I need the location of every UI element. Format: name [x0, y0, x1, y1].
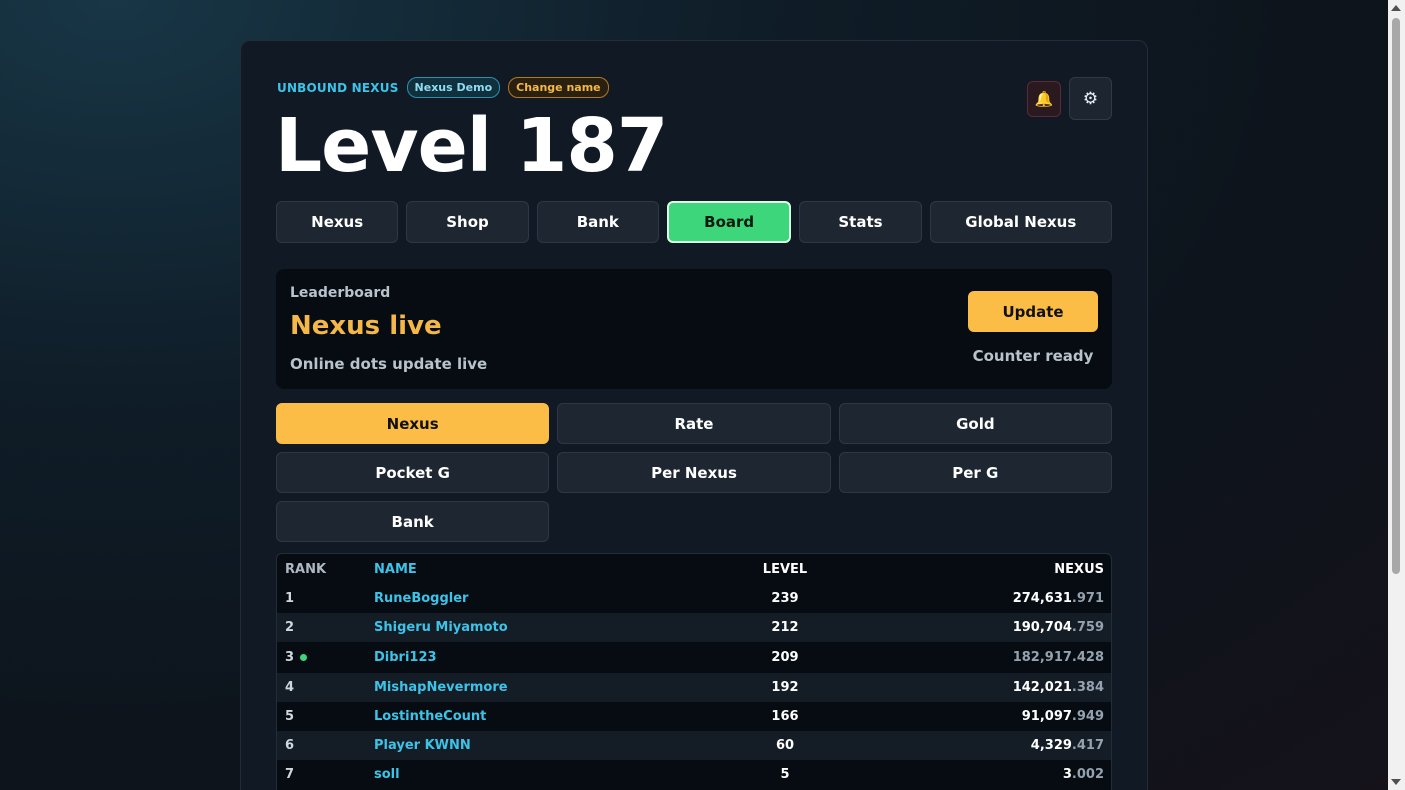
header-row: UNBOUND NEXUS Nexus Demo Change name — [277, 77, 609, 98]
table-row[interactable]: 7 soll 5 3.002 — [277, 760, 1111, 789]
leaderboard-headline: Nexus live — [290, 311, 442, 341]
rank-cell: 7 — [285, 760, 294, 789]
level-cell: 192 — [771, 680, 799, 695]
nexus-fraction: .971 — [1071, 591, 1104, 606]
level-cell: 212 — [771, 620, 799, 635]
tab-shop[interactable]: Shop — [406, 201, 529, 243]
metric-rate-button[interactable]: Rate — [557, 403, 831, 444]
rank-cell: 4 — [285, 673, 294, 702]
nexus-fraction: .002 — [1071, 767, 1104, 782]
leaderboard-subtitle: Online dots update live — [290, 355, 488, 373]
nexus-cell: 3.002 — [1063, 760, 1104, 789]
tab-bank[interactable]: Bank — [536, 201, 659, 243]
rank-value: 1 — [285, 591, 295, 606]
player-name-link[interactable]: Dibri123 — [374, 642, 437, 673]
header-name[interactable]: NAME — [374, 554, 417, 584]
nexus-cell: 4,329.417 — [1031, 731, 1104, 760]
level-cell: 5 — [780, 767, 790, 782]
nexus-fraction: .384 — [1071, 680, 1104, 695]
nexus-integer: 4,329 — [1030, 738, 1072, 753]
tab-board[interactable]: Board — [666, 201, 792, 243]
page-scrollbar[interactable] — [1388, 0, 1405, 790]
player-name-link[interactable]: Shigeru Miyamoto — [374, 613, 508, 642]
rank-cell: 3 — [285, 642, 308, 673]
nexus-integer: 142,021 — [1012, 680, 1072, 695]
update-button[interactable]: Update — [968, 291, 1098, 332]
rank-cell: 1 — [285, 584, 294, 613]
gear-icon: ⚙ — [1082, 88, 1099, 109]
settings-button[interactable]: ⚙ — [1069, 77, 1112, 120]
nexus-fraction: .417 — [1071, 738, 1104, 753]
header-rank[interactable]: RANK — [285, 554, 326, 584]
nexus-cell: 182,917.428 — [1013, 642, 1104, 673]
rank-value: 5 — [285, 709, 295, 724]
online-dot-icon — [300, 654, 308, 661]
notifications-button[interactable]: 🔔 — [1027, 81, 1061, 117]
nexus-integer: 3 — [1062, 767, 1072, 782]
metric-gold-button[interactable]: Gold — [838, 403, 1112, 444]
nexus-fraction: .428 — [1071, 650, 1104, 665]
scroll-down-arrow[interactable] — [1391, 779, 1401, 785]
nexus-integer: 274,631 — [1012, 591, 1072, 606]
nexus-fraction: .949 — [1071, 709, 1104, 724]
rank-cell: 2 — [285, 613, 294, 642]
header-nexus[interactable]: NEXUS — [1054, 554, 1104, 584]
tab-stats[interactable]: Stats — [799, 201, 922, 243]
table-row[interactable]: 3 Dibri123 209 182,917.428 — [277, 642, 1111, 673]
player-name-link[interactable]: LostintheCount — [374, 702, 486, 731]
scroll-thumb[interactable] — [1392, 18, 1400, 574]
main-card: UNBOUND NEXUS Nexus Demo Change name 🔔 ⚙… — [240, 40, 1148, 790]
metric-per-g-button[interactable]: Per G — [838, 452, 1112, 493]
nexus-cell: 190,704.759 — [1013, 613, 1104, 642]
demo-pill: Nexus Demo — [406, 77, 501, 98]
level-cell: 60 — [775, 738, 795, 753]
rank-value: 4 — [285, 680, 295, 695]
table-row[interactable]: 2 Shigeru Miyamoto 212 190,704.759 — [277, 613, 1111, 642]
counter-status: Counter ready — [972, 347, 1094, 365]
table-row[interactable]: 4 MishapNevermore 192 142,021.384 — [277, 673, 1111, 702]
player-name-link[interactable]: soll — [374, 760, 400, 789]
tab-nexus[interactable]: Nexus — [276, 201, 399, 243]
player-name-link[interactable]: Player KWNN — [374, 731, 471, 760]
player-name-link[interactable]: MishapNevermore — [374, 673, 508, 702]
rank-value: 6 — [285, 738, 295, 753]
level-cell: 166 — [771, 709, 799, 724]
leaderboard-table: RANK NAME LEVEL NEXUS 1 RuneBoggler 239 274… — [276, 553, 1112, 790]
scroll-up-arrow[interactable] — [1391, 5, 1401, 11]
nexus-cell: 142,021.384 — [1013, 673, 1104, 702]
metric-per-nexus-button[interactable]: Per Nexus — [557, 452, 831, 493]
leaderboard-panel: Leaderboard Nexus live Online dots updat… — [276, 269, 1112, 389]
main-tabs: Nexus Shop Bank Board Stats Global Nexus — [276, 201, 1112, 243]
brand-label: UNBOUND NEXUS — [277, 80, 399, 95]
nexus-integer: 190,704 — [1012, 620, 1072, 635]
tab-global-nexus[interactable]: Global Nexus — [929, 201, 1112, 243]
rank-value: 3 — [285, 650, 295, 665]
page-title: Level 187 — [275, 103, 668, 189]
table-header: RANK NAME LEVEL NEXUS — [277, 554, 1111, 584]
leaderboard-label: Leaderboard — [290, 285, 391, 301]
table-body: 1 RuneBoggler 239 274,631.971 2 Shigeru Miyam… — [277, 584, 1111, 789]
rank-value: 2 — [285, 620, 295, 635]
metric-nexus-button[interactable]: Nexus — [276, 403, 550, 444]
metric-pocket-g-button[interactable]: Pocket G — [276, 452, 550, 493]
nexus-cell: 274,631.971 — [1013, 584, 1104, 613]
header-level[interactable]: LEVEL — [737, 554, 833, 584]
nexus-integer: 91,097 — [1021, 709, 1072, 724]
table-row[interactable]: 6 Player KWNN 60 4,329.417 — [277, 731, 1111, 760]
nexus-integer: 182,917 — [1012, 650, 1072, 665]
nexus-cell: 91,097.949 — [1022, 702, 1104, 731]
change-name-button[interactable]: Change name — [508, 77, 609, 98]
level-cell: 209 — [771, 650, 799, 665]
player-name-link[interactable]: RuneBoggler — [374, 584, 468, 613]
level-cell: 239 — [771, 591, 799, 606]
rank-value: 7 — [285, 767, 295, 782]
rank-cell: 5 — [285, 702, 294, 731]
rank-cell: 6 — [285, 731, 294, 760]
bell-icon: 🔔 — [1034, 90, 1054, 108]
metric-bank-button[interactable]: Bank — [276, 501, 550, 542]
table-row[interactable]: 5 LostintheCount 166 91,097.949 — [277, 702, 1111, 731]
metric-selector: Nexus Rate Gold Pocket G Per Nexus Per G Bank — [276, 403, 1112, 542]
nexus-fraction: .759 — [1071, 620, 1104, 635]
table-row[interactable]: 1 RuneBoggler 239 274,631.971 — [277, 584, 1111, 613]
